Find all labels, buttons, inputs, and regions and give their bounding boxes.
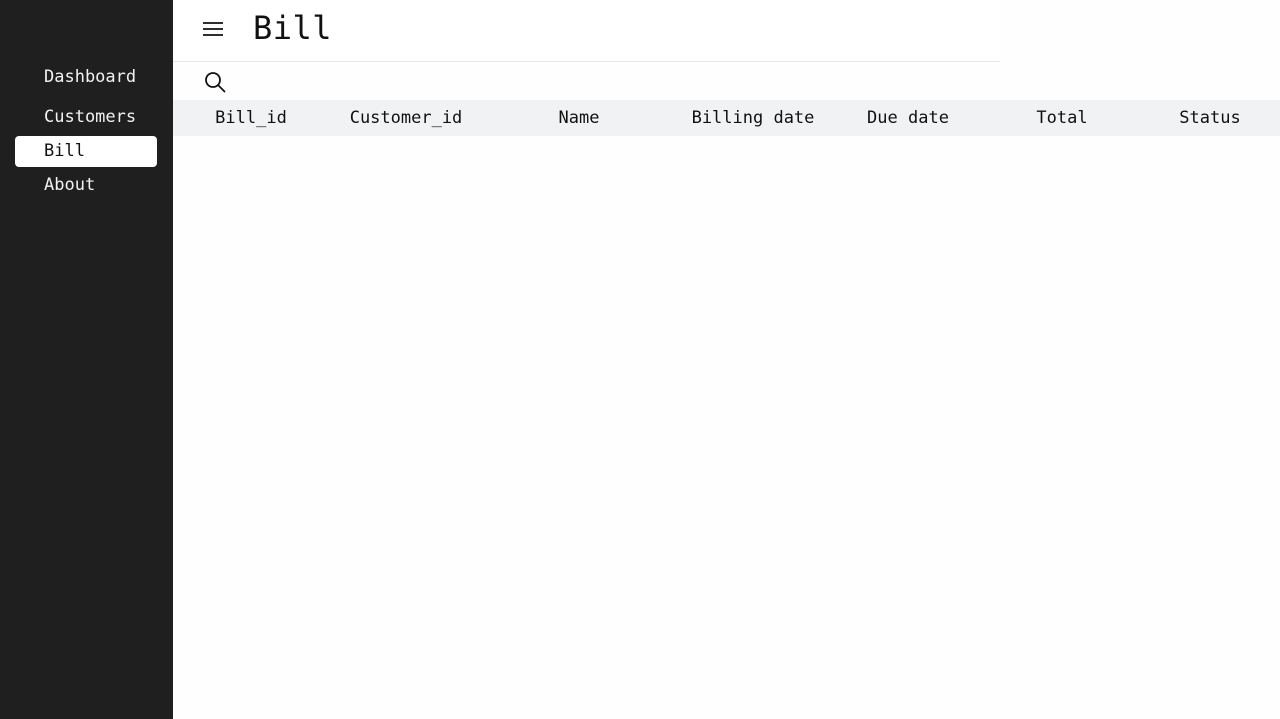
column-header-billing-date[interactable]: Billing date xyxy=(692,100,815,136)
sidebar-item-bill[interactable]: Bill xyxy=(15,136,157,167)
column-header-status[interactable]: Status xyxy=(1179,100,1240,136)
column-header-name[interactable]: Name xyxy=(559,100,600,136)
top-bar: Bill xyxy=(173,0,1000,62)
sidebar-item-customers[interactable]: Customers xyxy=(15,102,157,133)
column-header-total[interactable]: Total xyxy=(1036,100,1087,136)
hamburger-menu-icon[interactable] xyxy=(201,17,225,41)
column-header-bill-id[interactable]: Bill_id xyxy=(215,100,287,136)
sidebar-item-about[interactable]: About xyxy=(15,170,157,201)
column-header-due-date[interactable]: Due date xyxy=(867,100,949,136)
sidebar: Dashboard Customers Bill About xyxy=(0,0,173,719)
table-header: Bill_id Customer_id Name Billing date Du… xyxy=(173,100,1280,136)
column-header-customer-id[interactable]: Customer_id xyxy=(350,100,463,136)
sidebar-item-dashboard[interactable]: Dashboard xyxy=(15,62,157,93)
search-icon[interactable] xyxy=(203,70,227,94)
page-title: Bill xyxy=(253,9,333,47)
